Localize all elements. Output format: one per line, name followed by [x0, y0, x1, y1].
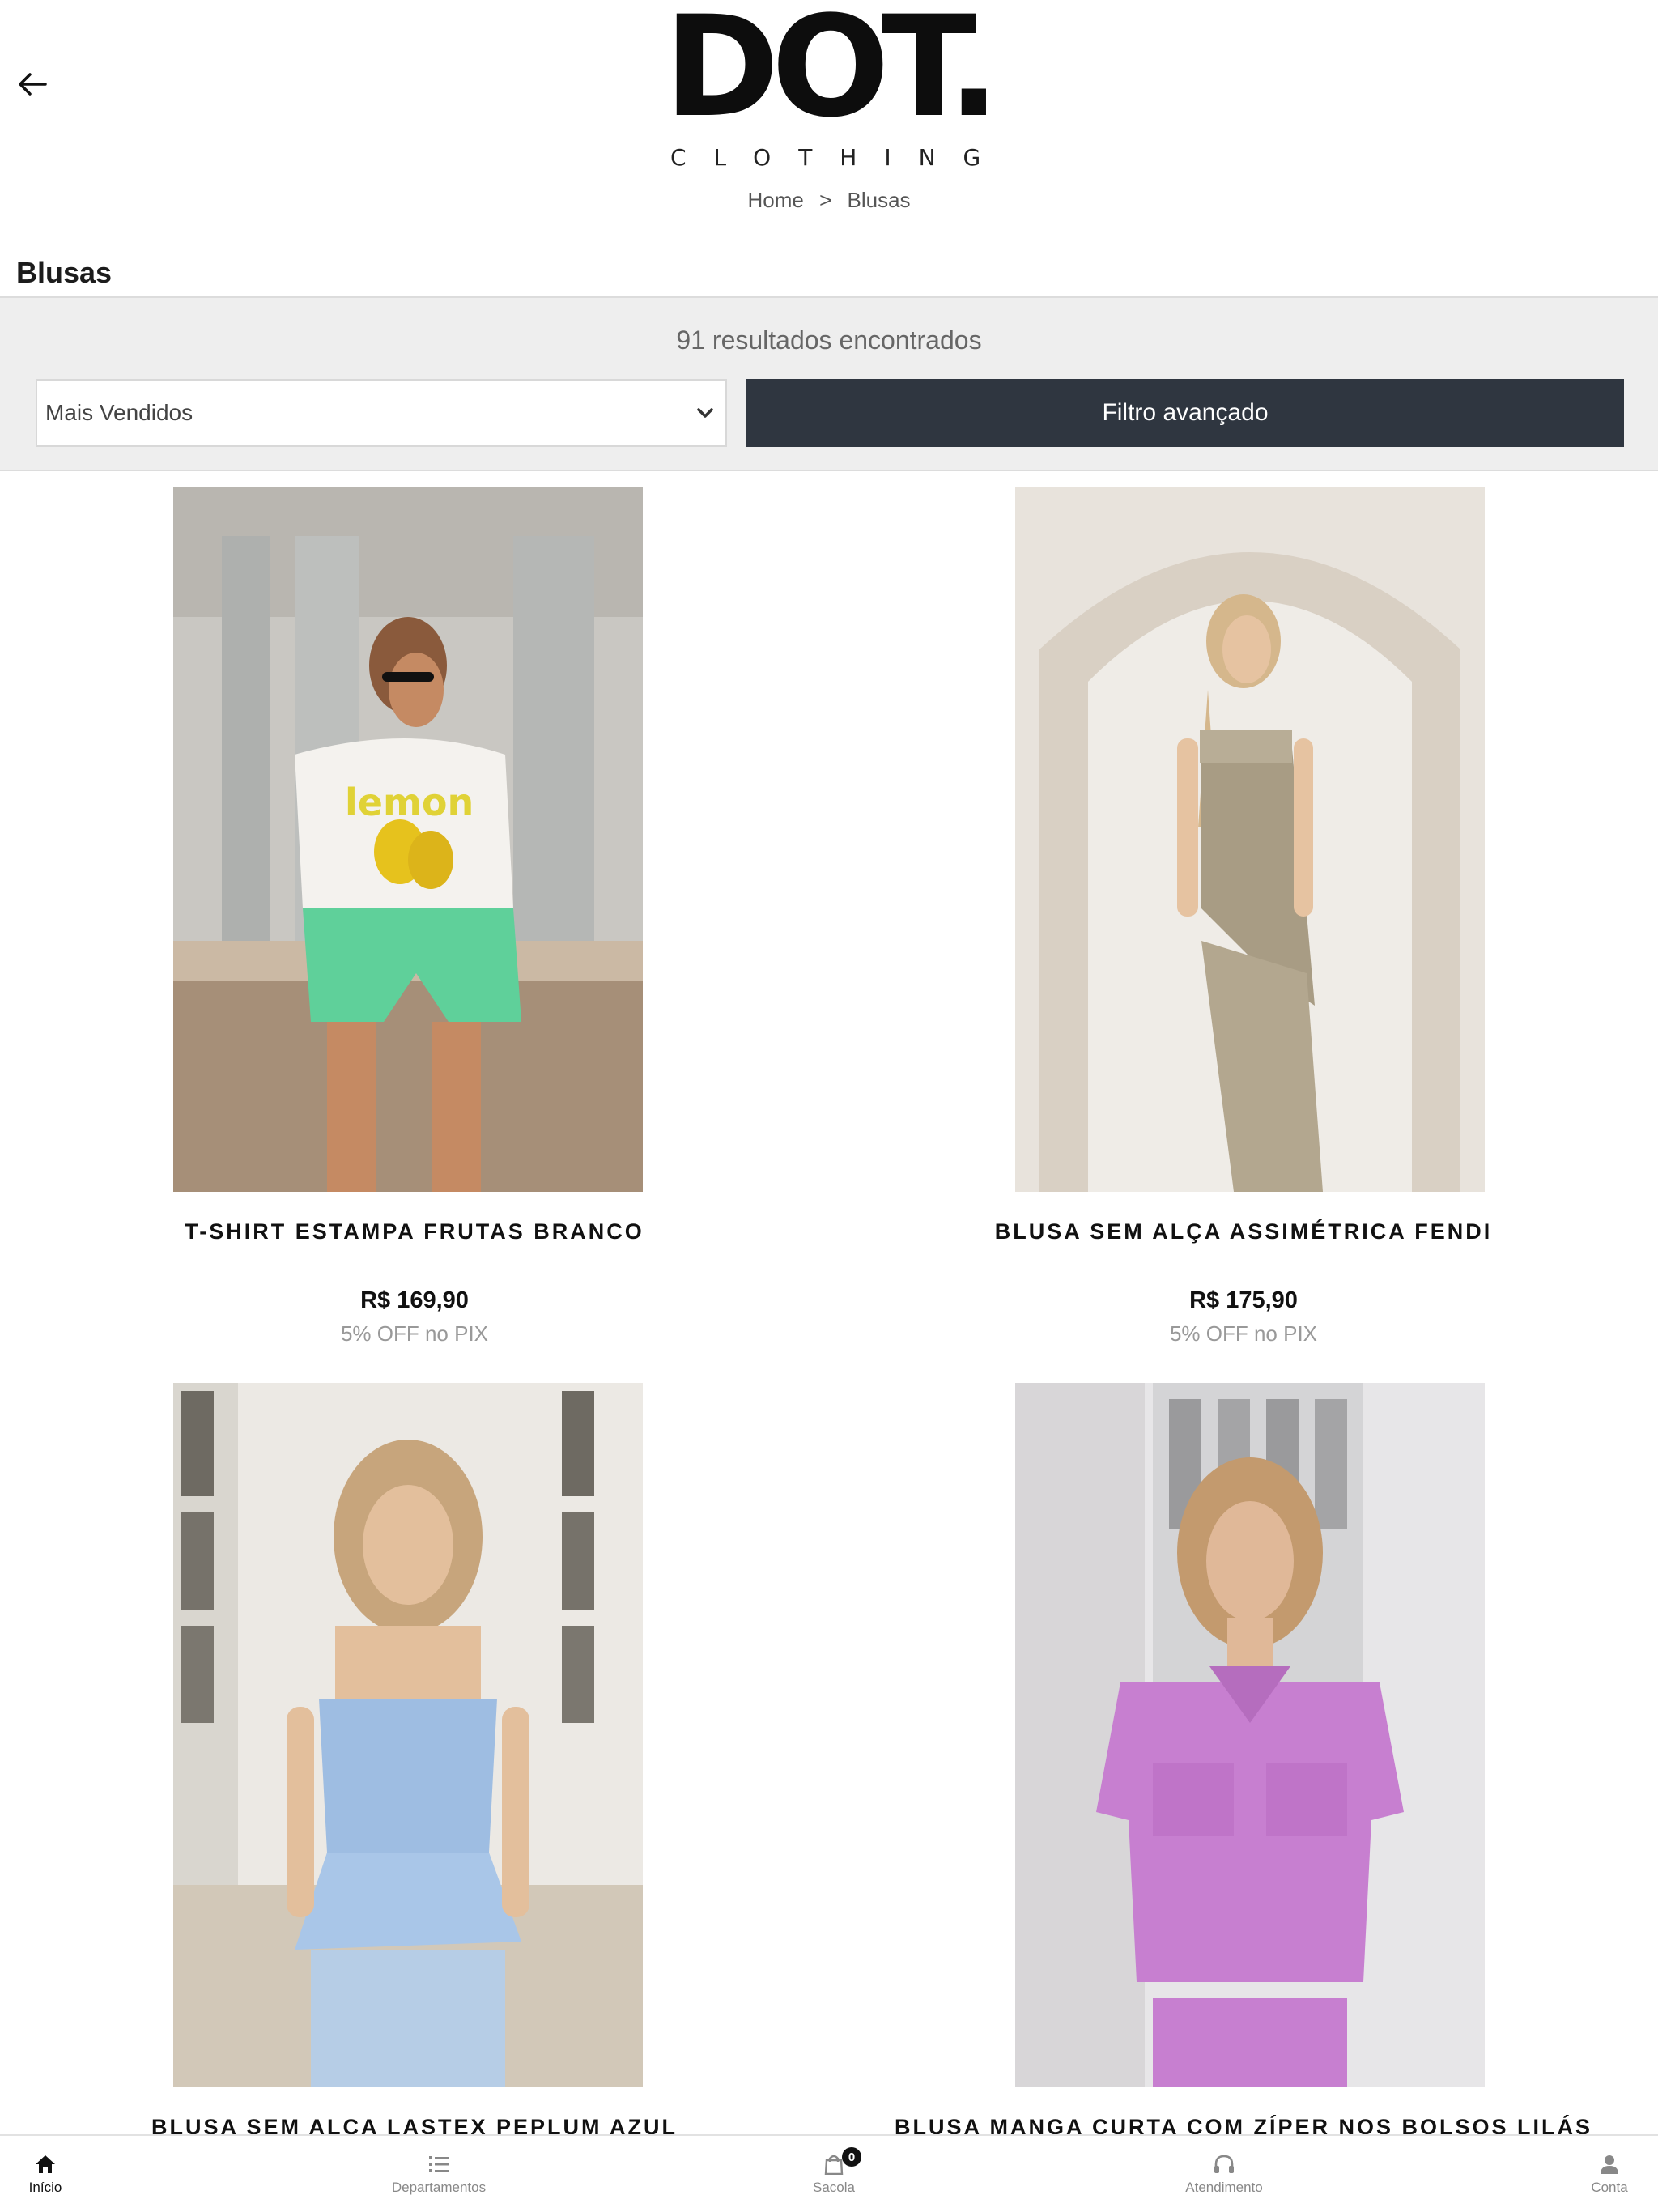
product-pix-discount: 5% OFF no PIX — [340, 1321, 489, 1346]
product-image[interactable] — [1015, 1383, 1485, 2087]
nav-label: Sacola — [813, 2180, 855, 2195]
header: DOT. CLOTHING Home > Blusas — [0, 0, 1658, 243]
filter-panel: 91 resultados encontrados Mais Vendidos … — [0, 296, 1658, 471]
nav-label: Atendimento — [1185, 2180, 1263, 2195]
breadcrumb: Home > Blusas — [0, 188, 1658, 213]
product-photo-strapless-top — [1015, 487, 1485, 1192]
sort-select[interactable]: Mais Vendidos — [36, 379, 727, 447]
svg-text:lemon: lemon — [345, 781, 474, 824]
chevron-down-icon — [697, 408, 713, 418]
user-icon — [1601, 2155, 1618, 2174]
sort-selected-value: Mais Vendidos — [45, 400, 193, 425]
cart-count-badge: 0 — [842, 2147, 861, 2167]
nav-label: Conta — [1591, 2180, 1628, 2195]
breadcrumb-home[interactable]: Home — [747, 188, 803, 212]
product-price: R$ 169,90 — [360, 1287, 469, 1313]
nav-label: Início — [28, 2180, 62, 2195]
product-pix-discount: 5% OFF no PIX — [1169, 1321, 1318, 1346]
nav-conta[interactable]: Conta — [1528, 2136, 1658, 2212]
product-name[interactable]: T-SHIRT ESTAMPA FRUTAS BRANCO — [0, 1219, 829, 1244]
advanced-filter-button[interactable]: Filtro avançado — [746, 379, 1624, 447]
product-photo-lilac-shirt — [1015, 1383, 1485, 2087]
product-image[interactable] — [1015, 487, 1485, 1192]
product-photo-lastex-peplum — [173, 1383, 643, 2087]
product-photo-tshirt: lemon — [173, 487, 643, 1192]
logo-wordmark: DOT. — [664, 0, 1001, 148]
product-image[interactable] — [173, 1383, 643, 2087]
arrow-left-icon — [19, 73, 47, 96]
nav-sacola[interactable]: 0 Sacola — [753, 2136, 915, 2212]
results-count: 91 resultados encontrados — [676, 325, 982, 355]
home-icon — [36, 2155, 55, 2173]
breadcrumb-current[interactable]: Blusas — [847, 188, 910, 212]
brand-logo[interactable]: DOT. CLOTHING — [664, 0, 1001, 171]
product-price: R$ 175,90 — [1189, 1287, 1298, 1313]
breadcrumb-separator: > — [819, 188, 832, 212]
list-icon — [429, 2156, 449, 2172]
logo-subtitle: CLOTHING — [670, 144, 1009, 171]
nav-departamentos[interactable]: Departamentos — [358, 2136, 520, 2212]
nav-inicio[interactable]: Início — [0, 2136, 126, 2212]
page-title: Blusas — [16, 256, 113, 289]
product-image[interactable]: lemon — [173, 487, 643, 1192]
nav-atendimento[interactable]: Atendimento — [1143, 2136, 1305, 2212]
nav-label: Departamentos — [391, 2180, 487, 2195]
bottom-navigation: Início Departamentos 0 Sacola Atendiment… — [0, 2134, 1658, 2212]
product-name[interactable]: BLUSA SEM ALÇA ASSIMÉTRICA FENDI — [829, 1219, 1658, 1244]
back-button[interactable] — [15, 66, 50, 102]
headphones-icon — [1214, 2155, 1234, 2173]
